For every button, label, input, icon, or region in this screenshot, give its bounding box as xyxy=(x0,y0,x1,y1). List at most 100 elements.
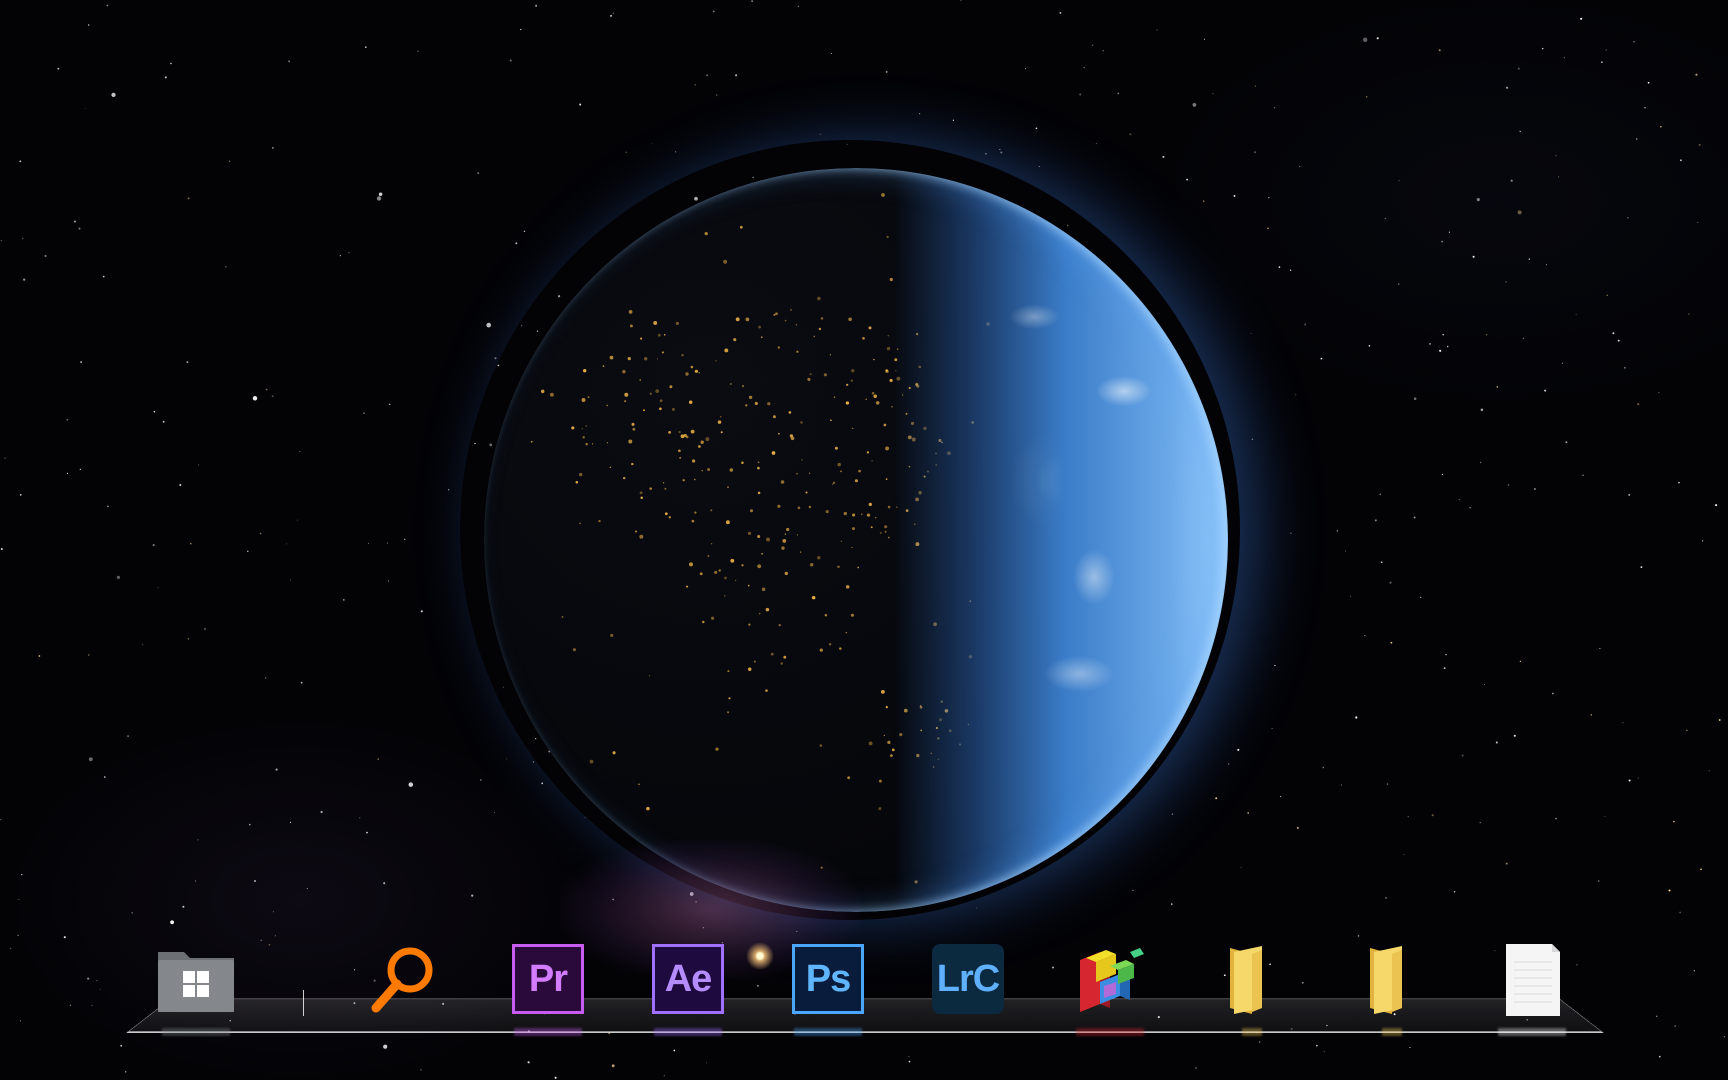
star xyxy=(1697,221,1699,223)
star xyxy=(1698,143,1701,146)
star xyxy=(1323,1051,1325,1053)
star xyxy=(651,143,653,145)
star xyxy=(1289,269,1292,271)
star xyxy=(1517,210,1522,215)
star xyxy=(1446,345,1449,348)
folder-icon xyxy=(1230,946,1262,1014)
star xyxy=(471,894,474,897)
star xyxy=(1519,660,1522,663)
star xyxy=(1633,40,1635,43)
star xyxy=(1655,1015,1658,1018)
star xyxy=(78,227,81,230)
star xyxy=(1129,133,1132,136)
star xyxy=(1668,889,1671,892)
dock-item-folder-2[interactable] xyxy=(1352,938,1432,1036)
star xyxy=(1469,507,1471,509)
star xyxy=(1315,1044,1318,1047)
star xyxy=(1413,516,1416,519)
star xyxy=(377,758,379,760)
star xyxy=(1349,595,1352,598)
star xyxy=(1658,1055,1661,1058)
dock-item-explorer[interactable] xyxy=(156,938,236,1036)
star xyxy=(1374,519,1377,522)
star xyxy=(111,92,116,98)
star xyxy=(376,196,382,201)
star xyxy=(367,542,369,544)
star xyxy=(1364,635,1366,637)
star xyxy=(1304,323,1307,326)
star xyxy=(1442,333,1445,336)
star xyxy=(420,610,423,613)
star xyxy=(254,880,256,882)
star xyxy=(1580,17,1583,20)
star xyxy=(164,76,167,79)
lightroom-classic-icon: LrC xyxy=(932,944,1004,1014)
star xyxy=(74,220,76,223)
star xyxy=(131,911,134,914)
star xyxy=(289,821,292,823)
dock-item-folder-1[interactable] xyxy=(1212,938,1292,1036)
star xyxy=(1384,217,1386,219)
star xyxy=(404,538,406,541)
star xyxy=(38,655,41,657)
star xyxy=(300,681,303,684)
star xyxy=(286,543,288,545)
star xyxy=(1617,339,1620,342)
dock-item-photoshop[interactable]: Ps xyxy=(788,938,868,1036)
star xyxy=(364,46,367,48)
star xyxy=(190,542,192,545)
star xyxy=(1192,103,1197,107)
star xyxy=(104,776,106,778)
star xyxy=(1448,231,1450,233)
star xyxy=(99,988,101,990)
star xyxy=(1092,44,1094,46)
star xyxy=(388,580,389,582)
blank-document-icon xyxy=(1506,944,1560,1016)
star xyxy=(152,544,155,547)
star xyxy=(952,119,955,121)
star xyxy=(272,911,274,913)
star xyxy=(198,464,200,466)
star xyxy=(1545,264,1547,266)
colored-blocks-icon xyxy=(1080,948,1144,1012)
star xyxy=(1479,821,1482,824)
star xyxy=(17,934,19,936)
star xyxy=(919,113,921,115)
star xyxy=(1541,47,1544,50)
star xyxy=(1496,386,1499,388)
star xyxy=(265,388,268,391)
star xyxy=(612,12,615,14)
star xyxy=(751,0,753,2)
star xyxy=(170,62,172,65)
star xyxy=(0,819,2,821)
dock-item-after-effects[interactable]: Ae xyxy=(648,938,728,1036)
star xyxy=(0,547,3,551)
dock-item-premiere-pro[interactable]: Pr xyxy=(508,938,588,1036)
premiere-pro-icon: Pr xyxy=(512,944,584,1014)
star xyxy=(1409,1047,1411,1049)
star xyxy=(1622,721,1624,724)
star xyxy=(1480,408,1484,412)
star xyxy=(1431,814,1434,817)
star xyxy=(1233,194,1236,197)
star xyxy=(1336,530,1339,532)
star xyxy=(79,468,81,470)
star xyxy=(1674,1025,1676,1027)
star xyxy=(610,14,612,17)
star xyxy=(1385,897,1387,899)
dock-item-lightroom-classic[interactable]: LrC xyxy=(928,938,1008,1018)
star xyxy=(1389,581,1392,584)
star xyxy=(179,483,182,487)
star xyxy=(44,254,47,258)
dock-item-search[interactable] xyxy=(364,938,444,1018)
star xyxy=(23,278,26,281)
star xyxy=(1445,653,1447,656)
star xyxy=(1267,227,1269,230)
star xyxy=(1345,550,1347,552)
dock-item-defraggler[interactable] xyxy=(1070,938,1150,1036)
star xyxy=(0,240,2,242)
star xyxy=(1035,127,1038,130)
star xyxy=(1599,647,1601,650)
star xyxy=(265,677,267,679)
dock-item-document[interactable] xyxy=(1492,938,1572,1036)
